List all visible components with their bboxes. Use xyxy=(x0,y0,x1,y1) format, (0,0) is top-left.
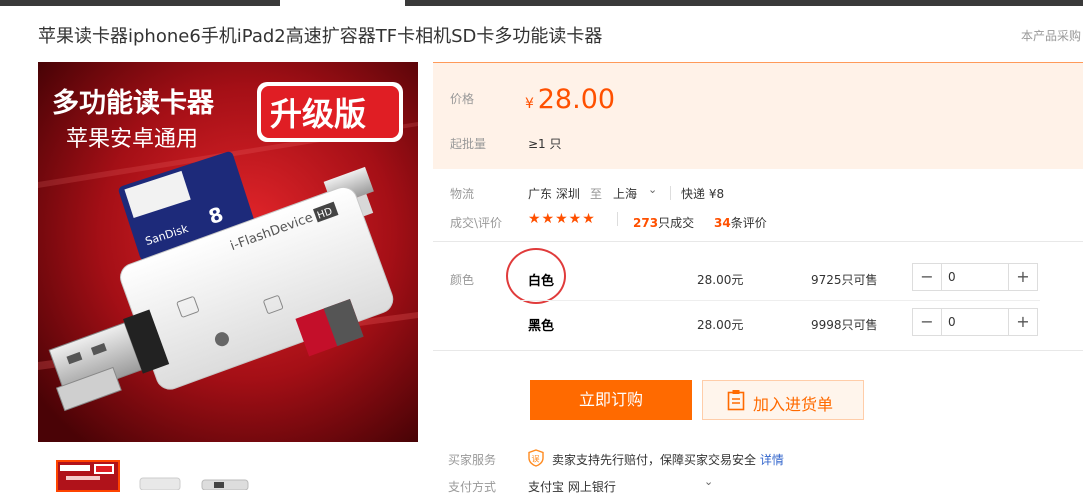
quantity-stepper-black: − + xyxy=(912,308,1038,336)
details-link[interactable]: 详情 xyxy=(760,453,784,467)
guarantee-shield-icon: 误 xyxy=(528,449,544,470)
variant-stock-black: 9998只可售 xyxy=(811,318,878,332)
product-title: 苹果读卡器iphone6手机iPad2高速扩容器TF卡相机SD卡多功能读卡器 xyxy=(38,26,603,47)
plus-button[interactable]: + xyxy=(1008,264,1037,290)
color-label: 颜色 xyxy=(450,273,475,287)
right-side-note[interactable]: 本产品采购 xyxy=(1021,27,1081,44)
logistics-label: 物流 xyxy=(450,187,475,201)
quantity-input[interactable] xyxy=(942,264,1014,290)
services-label: 买家服务 xyxy=(448,453,497,467)
logistics-to-word: 至 xyxy=(590,187,603,201)
variant-price-white: 28.00元 xyxy=(697,273,744,287)
plus-button[interactable]: + xyxy=(1008,309,1037,335)
rating-stars: ★★★★★ xyxy=(528,211,596,227)
payment-label: 支付方式 xyxy=(448,480,497,494)
chevron-down-icon[interactable]: ⌄ xyxy=(704,475,713,488)
top-nav-bar xyxy=(0,0,1083,6)
price-value: ¥ 28.00 xyxy=(525,84,616,115)
thumbnail-3[interactable] xyxy=(196,462,256,490)
price-panel xyxy=(433,62,1083,169)
services-text: 卖家支持先行赔付，保障买家交易安全 详情 xyxy=(552,453,784,467)
thumbnail-1[interactable] xyxy=(56,460,120,492)
quantity-input[interactable] xyxy=(942,309,1014,335)
variant-price-black: 28.00元 xyxy=(697,318,744,332)
payment-methods: 支付宝 网上银行 xyxy=(528,480,616,494)
buy-now-button[interactable]: 立即订购 xyxy=(530,380,692,420)
banner-title: 多功能读卡器 xyxy=(52,87,215,119)
highlight-circle xyxy=(506,248,566,304)
add-to-cart-label: 加入进货单 xyxy=(753,395,834,414)
destination-select[interactable]: 上海 xyxy=(613,185,637,202)
review-count[interactable]: 34条评价 xyxy=(714,214,767,231)
main-product-image[interactable]: 多功能读卡器 苹果安卓通用 升级版 SanDisk 8 i-FlashDevic… xyxy=(38,62,418,442)
chevron-down-icon[interactable]: ⌄ xyxy=(648,183,657,196)
sold-count[interactable]: 273只成交 xyxy=(633,214,694,231)
upgrade-badge: 升级版 xyxy=(270,95,366,133)
add-to-cart-button[interactable]: 加入进货单 xyxy=(702,380,864,420)
quantity-stepper-white: − + xyxy=(912,263,1038,291)
thumbnail-2[interactable] xyxy=(130,462,190,490)
minus-button[interactable]: − xyxy=(913,264,942,290)
price-label: 价格 xyxy=(450,92,475,106)
clipboard-icon xyxy=(727,389,745,415)
minus-button[interactable]: − xyxy=(913,309,942,335)
variant-name-black[interactable]: 黑色 xyxy=(528,315,554,334)
deals-label: 成交\评价 xyxy=(450,216,503,230)
shipping-fee: 快递 ¥8 xyxy=(681,187,725,201)
moq-label: 起批量 xyxy=(450,137,487,151)
logistics-from: 广东 深圳 xyxy=(528,187,580,201)
moq-value: ≥1 只 xyxy=(528,137,562,151)
svg-text:误: 误 xyxy=(532,455,540,464)
variant-stock-white: 9725只可售 xyxy=(811,273,878,287)
banner-subtitle: 苹果安卓通用 xyxy=(66,127,198,152)
